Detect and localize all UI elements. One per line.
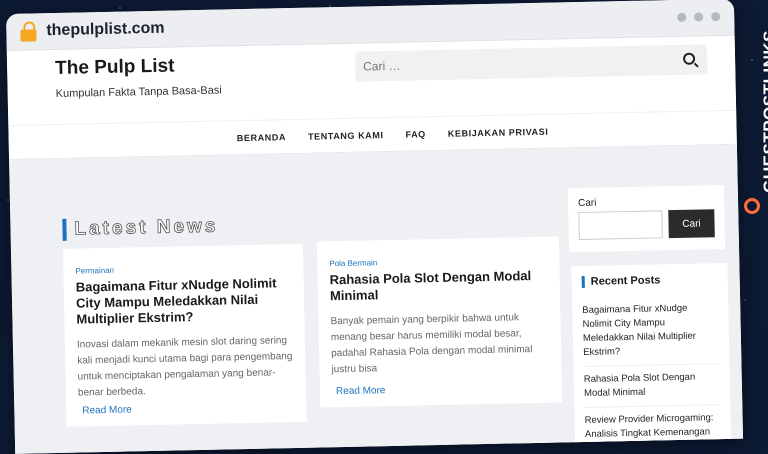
header-search <box>354 44 708 82</box>
sidebar-search: Cari Cari <box>567 185 726 253</box>
header-search-input[interactable] <box>354 45 672 82</box>
guestpostlinks-watermark: GUESTPOSTLINKS <box>740 30 768 230</box>
recent-post-link[interactable]: Bagaimana Fitur xNudge Nolimit City Mamp… <box>582 295 720 367</box>
nav-item-beranda[interactable]: BERANDA <box>237 132 286 143</box>
browser-window: thepulplist.com The Pulp List Kumpulan F… <box>6 0 744 454</box>
search-icon[interactable] <box>682 52 696 65</box>
recent-post-link[interactable]: Rahasia Pola Slot Dengan Modal Minimal <box>583 364 721 408</box>
recent-posts: Recent Posts Bagaimana Fitur xNudge Noli… <box>571 262 732 454</box>
sidebar-search-button[interactable]: Cari <box>668 209 715 239</box>
nav-item-tentang-kami[interactable]: TENTANG KAMI <box>308 130 384 142</box>
site-header: The Pulp List Kumpulan Fakta Tanpa Basa-… <box>6 35 737 126</box>
window-dot-icon[interactable] <box>677 12 687 22</box>
post-title[interactable]: Rahasia Pola Slot Dengan Modal Minimal <box>329 268 548 305</box>
post-title[interactable]: Bagaimana Fitur xNudge Nolimit City Mamp… <box>76 275 293 328</box>
main-content: Latest News Permainan Bagaimana Fitur xN… <box>9 144 744 454</box>
sidebar-search-label: Cari <box>577 197 597 210</box>
post-card: Pola Bermain Rahasia Pola Slot Dengan Mo… <box>316 236 563 408</box>
window-dot-icon[interactable] <box>711 12 721 22</box>
brand-logo-icon <box>744 198 760 214</box>
post-excerpt: Banyak pemain yang berpikir bahwa untuk … <box>330 312 533 376</box>
site-tagline: Kumpulan Fakta Tanpa Basa-Basi <box>55 84 222 100</box>
window-dot-icon[interactable] <box>694 12 704 22</box>
post-excerpt: Inovasi dalam mekanik mesin slot daring … <box>76 335 293 399</box>
lock-icon <box>20 21 37 42</box>
read-more-link[interactable]: Read More <box>82 404 132 416</box>
section-title: Latest News <box>62 215 219 241</box>
site-title[interactable]: The Pulp List <box>55 55 175 79</box>
recent-posts-title: Recent Posts <box>581 273 718 289</box>
sidebar-search-input[interactable] <box>578 210 663 241</box>
post-category[interactable]: Permainan <box>75 262 291 276</box>
recent-post-link[interactable]: Review Provider Microgaming: Analisis Ti… <box>584 405 722 449</box>
nav-item-faq[interactable]: FAQ <box>405 129 426 139</box>
post-category[interactable]: Pola Bermain <box>329 255 547 268</box>
nav-item-kebijakan-privasi[interactable]: KEBIJAKAN PRIVASI <box>448 126 549 138</box>
read-more-link[interactable]: Read More <box>336 385 386 397</box>
brand-text: GUESTPOSTLINKS <box>760 30 768 193</box>
window-controls <box>677 12 721 22</box>
post-card: Permainan Bagaimana Fitur xNudge Nolimit… <box>62 243 307 427</box>
address-bar-url[interactable]: thepulplist.com <box>46 20 165 40</box>
